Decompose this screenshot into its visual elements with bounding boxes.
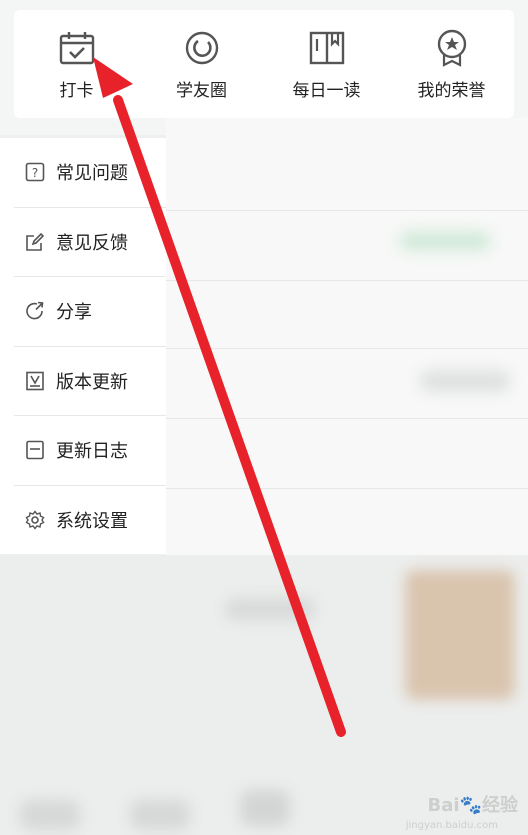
background-image-blur [405, 570, 515, 700]
background-text-blur [225, 598, 315, 620]
background-divider [166, 348, 528, 349]
circle-refresh-icon [182, 28, 222, 68]
gear-icon [24, 509, 46, 531]
share-icon [24, 300, 46, 322]
side-item-settings[interactable]: 系统设置 [14, 486, 166, 556]
background-divider [166, 488, 528, 489]
background-tab-blur [240, 790, 290, 826]
side-item-version-update[interactable]: 版本更新 [14, 347, 166, 416]
watermark-url: jingyan.baidu.com [405, 820, 498, 831]
svg-text:?: ? [32, 166, 38, 180]
question-icon: ? [24, 161, 46, 183]
side-item-feedback[interactable]: 意见反馈 [14, 208, 166, 277]
top-quick-menu: 打卡 学友圈 每日一读 我的荣誉 [14, 10, 514, 118]
side-item-share[interactable]: 分享 [14, 277, 166, 347]
background-tab-blur [20, 800, 80, 830]
background-green-tag [400, 232, 490, 250]
medal-icon [432, 28, 472, 68]
side-item-label: 意见反馈 [56, 232, 128, 254]
side-item-label: 系统设置 [56, 511, 128, 533]
top-item-my-honors[interactable]: 我的荣誉 [397, 28, 507, 101]
book-icon [307, 28, 347, 68]
calendar-check-icon [57, 28, 97, 68]
top-item-study-circle[interactable]: 学友圈 [147, 28, 257, 101]
side-item-label: 更新日志 [56, 441, 128, 463]
side-menu: ? 常见问题 意见反馈 分享 版本更新 更新日志 系统设置 [0, 138, 166, 554]
background-divider [166, 418, 528, 419]
side-item-update-log[interactable]: 更新日志 [14, 416, 166, 486]
top-item-daily-read[interactable]: 每日一读 [272, 28, 382, 101]
background-divider [166, 210, 528, 211]
log-icon [24, 439, 46, 461]
side-item-label: 版本更新 [56, 371, 128, 393]
watermark-logo: Bai🐾经验 [427, 795, 518, 816]
top-item-label: 学友圈 [176, 81, 227, 101]
top-item-checkin[interactable]: 打卡 [22, 28, 132, 101]
background-divider [166, 280, 528, 281]
version-icon [24, 370, 46, 392]
side-item-label: 常见问题 [56, 163, 128, 185]
side-item-label: 分享 [56, 302, 92, 324]
top-item-label: 我的荣誉 [417, 81, 486, 101]
side-item-faq[interactable]: ? 常见问题 [14, 138, 166, 208]
background-tab-blur [130, 800, 190, 830]
background-gray-tag [420, 370, 510, 392]
edit-icon [24, 231, 46, 253]
top-item-label: 每日一读 [292, 81, 361, 101]
background-panel [166, 118, 528, 558]
top-item-label: 打卡 [59, 81, 94, 101]
